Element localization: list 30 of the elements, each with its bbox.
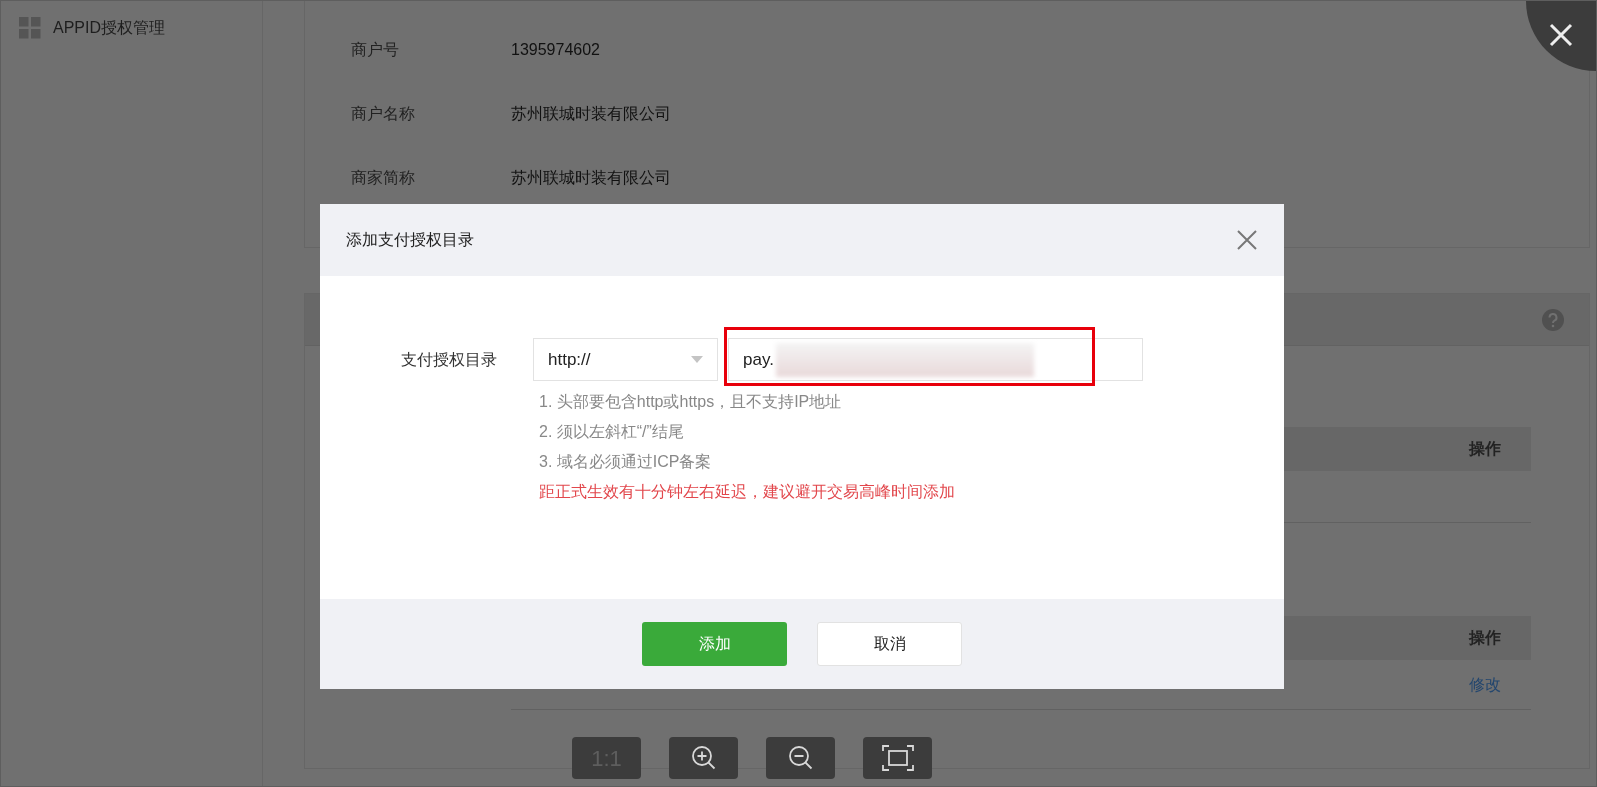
hint-text: 2. 须以左斜杠“/”结尾 bbox=[539, 422, 685, 442]
field-label: 商户号 bbox=[351, 40, 400, 60]
hint-text: 3. 域名必须通过ICP备案 bbox=[539, 452, 713, 472]
caret-icon bbox=[691, 356, 703, 363]
hint-text: 1. 头部要包含http或https，且不支持IP地址 bbox=[539, 392, 843, 412]
sidebar-item[interactable]: APPID授权管理 bbox=[19, 17, 262, 39]
grid-icon bbox=[19, 17, 41, 39]
scheme-select[interactable]: http:// bbox=[533, 338, 718, 381]
field-value: 苏州联城时装有限公司 bbox=[511, 104, 671, 124]
fit-button[interactable] bbox=[863, 737, 932, 779]
field-value: 1395974602 bbox=[511, 40, 600, 60]
edit-link[interactable]: 修改 bbox=[1469, 672, 1501, 697]
url-input[interactable]: pay. bbox=[728, 338, 1143, 381]
fit-screen-icon bbox=[880, 744, 915, 772]
close-icon[interactable] bbox=[1237, 230, 1257, 250]
zoom-in-icon bbox=[689, 744, 718, 772]
zoom-in-button[interactable] bbox=[669, 737, 738, 779]
close-icon bbox=[1548, 22, 1574, 48]
field-label: 支付授权目录 bbox=[400, 350, 498, 370]
zoom-out-button[interactable] bbox=[766, 737, 835, 779]
zoom-out-icon bbox=[786, 744, 815, 772]
add-button[interactable]: 添加 bbox=[642, 622, 787, 666]
warning-text: 距正式生效有十分钟左右延迟，建议避开交易高峰时间添加 bbox=[539, 482, 956, 502]
dialog-title: 添加支付授权目录 bbox=[346, 230, 474, 250]
cancel-button[interactable]: 取消 bbox=[817, 622, 962, 666]
column-header: 操作 bbox=[1469, 628, 1501, 648]
field-label: 商户名称 bbox=[351, 104, 416, 124]
column-header: 操作 bbox=[1469, 439, 1501, 459]
field-label: 商家简称 bbox=[351, 168, 416, 188]
field-value: 苏州联城时装有限公司 bbox=[511, 168, 671, 188]
